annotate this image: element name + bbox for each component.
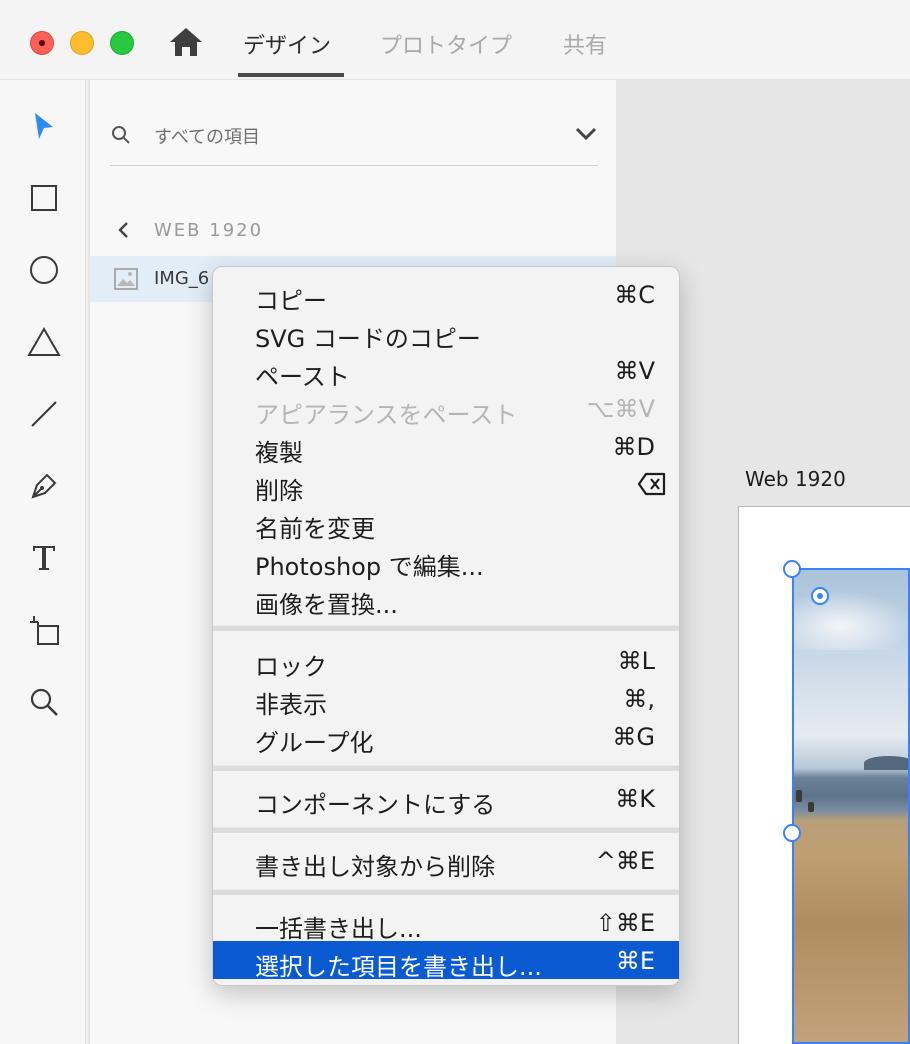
menu-item-duplicate[interactable]: 複製 ⌘D (213, 427, 679, 467)
menu-item-paste-appearance: アピアランスをペースト ⌥⌘V (213, 389, 679, 429)
image-content-hills (864, 756, 908, 770)
menu-item-paste[interactable]: ペースト ⌘V (213, 351, 679, 391)
menu-item-label: 画像を置換... (255, 591, 398, 619)
menu-item-copy[interactable]: コピー ⌘C (213, 275, 679, 315)
menu-item-replace-image[interactable]: 画像を置換... (213, 579, 679, 619)
menu-item-copy-svg-code[interactable]: SVG コードのコピー (213, 313, 679, 353)
search-icon (112, 126, 130, 144)
menu-item-label: Photoshop で編集... (255, 553, 484, 581)
menu-item-label: 書き出し対象から削除 (255, 853, 495, 881)
corner-radius-handle[interactable] (811, 587, 829, 605)
chevron-left-icon[interactable] (116, 220, 130, 240)
menu-item-label: ロック (255, 653, 327, 681)
menu-item-label: アピアランスをペースト (255, 401, 518, 429)
ellipse-tool-button[interactable] (22, 248, 66, 292)
menu-item-shortcut: ⌘C (614, 281, 655, 309)
rectangle-tool-button[interactable] (22, 176, 66, 220)
menu-item-label: コピー (255, 287, 327, 315)
menu-item-shortcut: ⌘E (615, 947, 655, 975)
close-window-button[interactable] (30, 31, 54, 55)
menu-item-shortcut: ⌘K (615, 785, 655, 813)
tool-bar (0, 80, 86, 1044)
menu-item-label: 複製 (255, 439, 303, 467)
menu-item-label: SVG コードのコピー (255, 325, 481, 353)
context-menu: コピー ⌘C SVG コードのコピー ペースト ⌘V アピアランスをペースト ⌥… (212, 266, 680, 986)
minimize-window-button[interactable] (70, 31, 94, 55)
select-tool-button[interactable] (22, 104, 66, 148)
menu-item-label: 名前を変更 (255, 515, 375, 543)
resize-handle-mid-left[interactable] (783, 824, 801, 842)
menu-item-hide[interactable]: 非表示 ⌘, (213, 679, 679, 719)
artboard-title[interactable]: Web 1920 (745, 467, 846, 491)
search-input[interactable]: すべての項目 (154, 123, 260, 149)
text-icon (33, 546, 55, 570)
menu-item-shortcut: ⇧⌘E (595, 909, 655, 937)
menu-item-shortcut: ⌘, (623, 685, 655, 713)
menu-item-shortcut: ⌘D (612, 433, 655, 461)
image-content-person (796, 790, 802, 802)
menu-item-label: 一括書き出し... (255, 915, 422, 943)
title-bar: デザイン プロトタイプ 共有 (0, 0, 910, 80)
menu-item-label: ペースト (255, 363, 350, 391)
menu-item-make-component[interactable]: コンポーネントにする ⌘K (213, 779, 679, 819)
menu-separator (213, 889, 679, 895)
menu-item-shortcut: ⌘G (612, 723, 655, 751)
home-icon[interactable] (168, 26, 204, 58)
menu-item-label: グループ化 (255, 729, 374, 757)
artboard-label: WEB 1920 (154, 220, 264, 241)
menu-item-shortcut: ⌘L (617, 647, 655, 675)
app-window: デザイン プロトタイプ 共有 すべての項目 WEB 1920 IMG_6 Web… (0, 0, 910, 1044)
delete-key-icon (637, 472, 666, 496)
menu-item-label: コンポーネントにする (255, 791, 496, 819)
line-tool-button[interactable] (22, 392, 66, 436)
menu-item-shortcut: ⌥⌘V (586, 395, 655, 423)
pen-tool-button[interactable] (22, 464, 66, 508)
chevron-down-icon[interactable] (574, 124, 598, 144)
triangle-icon (27, 327, 61, 356)
menu-item-export-selected[interactable]: 選択した項目を書き出し... ⌘E (213, 941, 679, 981)
menu-item-edit-in-photoshop[interactable]: Photoshop で編集... (213, 541, 679, 581)
menu-item-rename[interactable]: 名前を変更 (213, 503, 679, 543)
resize-handle-top-left[interactable] (783, 560, 801, 578)
artboard-tool-button[interactable] (22, 608, 66, 652)
menu-item-delete[interactable]: 削除 (213, 465, 679, 505)
menu-item-label: 非表示 (255, 691, 327, 719)
tab-share[interactable]: 共有 (563, 28, 607, 78)
menu-separator (213, 765, 679, 771)
layer-name: IMG_6 (154, 268, 210, 289)
line-icon (31, 401, 57, 427)
menu-item-group[interactable]: グループ化 ⌘G (213, 717, 679, 757)
image-icon (114, 268, 138, 290)
artboard-icon (30, 616, 59, 645)
menu-item-shortcut: ⌘V (614, 357, 655, 385)
layer-search[interactable]: すべての項目 (110, 120, 598, 166)
text-tool-button[interactable] (22, 536, 66, 580)
menu-item-label: 削除 (255, 477, 303, 505)
select-icon (35, 113, 53, 139)
tab-prototype[interactable]: プロトタイプ (380, 28, 512, 78)
pen-icon (31, 473, 57, 499)
active-tab-indicator (238, 73, 344, 77)
tab-design[interactable]: デザイン (243, 28, 331, 78)
menu-separator (213, 625, 679, 631)
zoom-icon (30, 688, 58, 716)
menu-item-lock[interactable]: ロック ⌘L (213, 641, 679, 681)
zoom-tool-button[interactable] (22, 680, 66, 724)
rectangle-icon (31, 185, 57, 211)
zoom-window-button[interactable] (110, 31, 134, 55)
triangle-tool-button[interactable] (22, 320, 66, 364)
menu-item-batch-export[interactable]: 一括書き出し... ⇧⌘E (213, 903, 679, 943)
menu-item-shortcut: ^⌘E (595, 847, 655, 875)
menu-separator (213, 827, 679, 833)
ellipse-icon (30, 256, 58, 284)
menu-item-remove-from-export[interactable]: 書き出し対象から削除 ^⌘E (213, 841, 679, 881)
image-content-person (808, 802, 814, 812)
selected-image[interactable] (792, 568, 910, 1044)
menu-item-label: 選択した項目を書き出し... (255, 953, 542, 981)
